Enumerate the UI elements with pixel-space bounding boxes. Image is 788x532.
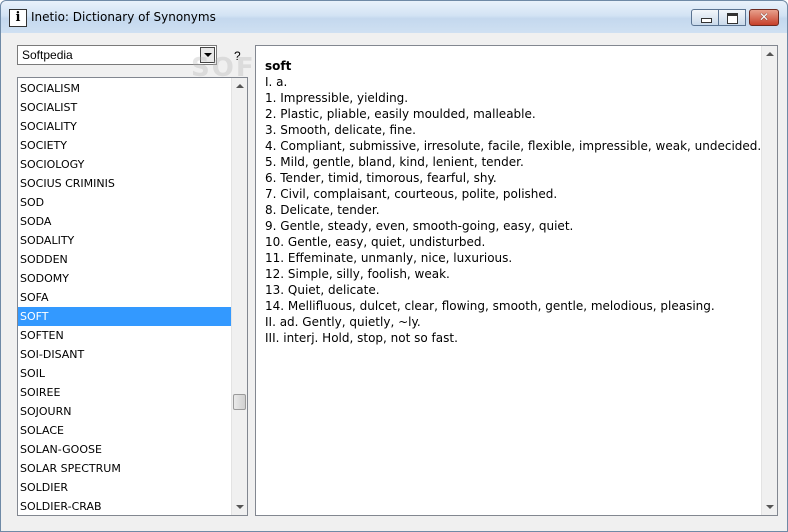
list-item[interactable]: SODALITY [18,231,231,250]
definition-line: III. interj. Hold, stop, not so fast. [265,331,458,345]
definition-content: soft I. a. 1. Impressible, yielding. 2. Pl… [265,58,762,346]
list-item[interactable]: SOLDIER-CRAB [18,497,231,515]
definition-line: 6. Tender, timid, timorous, fearful, shy… [265,171,497,185]
definition-line: 11. Effeminate, unmanly, nice, luxurious… [265,251,513,265]
scroll-down-icon[interactable] [766,505,774,509]
minimize-button[interactable] [691,9,719,26]
list-item[interactable]: SOI-DISANT [18,345,231,364]
list-item[interactable]: SOLAR SPECTRUM [18,459,231,478]
window-title: Inetio: Dictionary of Synonyms [31,10,216,24]
definition-line: I. a. [265,75,288,89]
close-icon: ✕ [759,10,770,24]
scroll-up-icon[interactable] [236,84,244,88]
title-bar[interactable]: i Inetio: Dictionary of Synonyms ✕ [1,1,787,33]
app-icon: i [9,9,27,27]
close-button[interactable]: ✕ [749,9,779,26]
list-item[interactable]: SODA [18,212,231,231]
word-list-scrollbar[interactable] [231,78,247,515]
list-item[interactable]: SODOMY [18,269,231,288]
word-list[interactable]: SOCIALISM SOCIALIST SOCIALITY SOCIETY SOCIOL… [17,77,248,516]
scroll-thumb[interactable] [233,393,246,410]
list-item[interactable]: SOCIOLOGY [18,155,231,174]
definition-line: 4. Compliant, submissive, irresolute, fa… [265,139,762,153]
list-item[interactable]: SOFA [18,288,231,307]
maximize-icon [727,13,738,24]
list-item[interactable]: SOFT [18,307,231,326]
definition-lines: I. a. 1. Impressible, yielding. 2. Plastic… [265,74,762,346]
definition-headword: soft [265,59,292,73]
list-item[interactable]: SOCIALITY [18,117,231,136]
definition-line: 13. Quiet, delicate. [265,283,380,297]
definition-line: 12. Simple, silly, foolish, weak. [265,267,450,281]
minimize-icon [701,18,712,23]
list-item[interactable]: SOCIALIST [18,98,231,117]
help-button[interactable]: ? [234,49,241,63]
list-item[interactable]: SOCIUS CRIMINIS [18,174,231,193]
definition-line: 10. Gentle, easy, quiet, undisturbed. [265,235,486,249]
definition-line: 3. Smooth, delicate, fine. [265,123,416,137]
scroll-down-icon[interactable] [236,505,244,509]
chevron-down-icon[interactable] [200,47,215,63]
list-item[interactable]: SOD [18,193,231,212]
list-item[interactable]: SOIL [18,364,231,383]
definition-line: II. ad. Gently, quietly, ~ly. [265,315,421,329]
word-list-items: SOCIALISM SOCIALIST SOCIALITY SOCIETY SOCIOL… [18,79,231,515]
definition-line: 8. Delicate, tender. [265,203,380,217]
list-item[interactable]: SODDEN [18,250,231,269]
list-item[interactable]: SOIREE [18,383,231,402]
list-item[interactable]: SOJOURN [18,402,231,421]
definition-line: 14. Mellifluous, dulcet, clear, flowing,… [265,299,715,313]
scroll-up-icon[interactable] [766,52,774,56]
definition-pane[interactable]: soft I. a. 1. Impressible, yielding. 2. Pl… [255,45,778,516]
list-item[interactable]: SOLACE [18,421,231,440]
list-item[interactable]: SOFTEN [18,326,231,345]
definition-line: 5. Mild, gentle, bland, kind, lenient, t… [265,155,524,169]
definition-line: 2. Plastic, pliable, easily moulded, mal… [265,107,536,121]
list-item[interactable]: SOCIALISM [18,79,231,98]
list-item[interactable]: SOLAN-GOOSE [18,440,231,459]
source-dropdown[interactable]: Softpedia [17,45,217,65]
definition-scrollbar[interactable] [761,46,777,515]
list-item[interactable]: SOLDIER [18,478,231,497]
definition-line: 1. Impressible, yielding. [265,91,409,105]
definition-line: 9. Gentle, steady, even, smooth-going, e… [265,219,574,233]
app-window: i Inetio: Dictionary of Synonyms ✕ Softp… [0,0,788,532]
list-item[interactable]: SOCIETY [18,136,231,155]
definition-line: 7. Civil, complaisant, courteous, polite… [265,187,558,201]
maximize-button[interactable] [719,9,746,26]
source-dropdown-value: Softpedia [22,48,73,62]
